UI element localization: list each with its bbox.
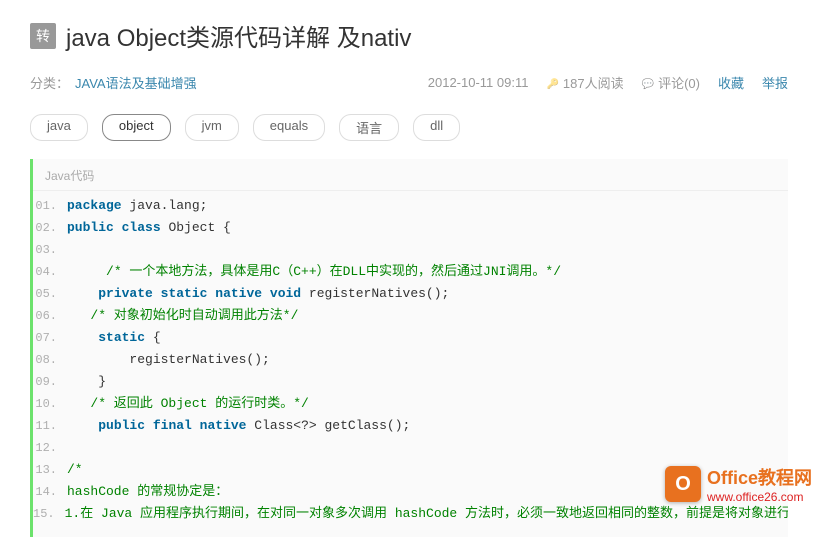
code-content: private static native void registerNativ…	[67, 283, 788, 305]
code-content	[67, 437, 788, 459]
code-content: static {	[67, 327, 788, 349]
line-number: 15.	[33, 503, 65, 525]
category-label: 分类：	[30, 73, 69, 92]
line-number: 12.	[33, 437, 67, 459]
code-language-label: Java代码	[33, 159, 788, 191]
line-number: 05.	[33, 283, 67, 305]
code-content	[67, 239, 788, 261]
code-line: 04. /* 一个本地方法，具体是用C（C++）在DLL中实现的，然后通过JNI…	[33, 261, 788, 283]
tag-object[interactable]: object	[102, 114, 171, 141]
code-content: registerNatives();	[67, 349, 788, 371]
code-content: /* 返回此 Object 的运行时类。*/	[67, 393, 788, 415]
line-number: 02.	[33, 217, 67, 239]
line-number: 06.	[33, 305, 67, 327]
line-number: 04.	[33, 261, 67, 283]
comment-icon	[642, 75, 654, 90]
tag-dll[interactable]: dll	[413, 114, 460, 141]
line-number: 01.	[33, 195, 67, 217]
code-line: 12.	[33, 437, 788, 459]
title-row: 转 java Object类源代码详解 及nativ	[30, 18, 788, 53]
code-line: 10. /* 返回此 Object 的运行时类。*/	[33, 393, 788, 415]
repost-badge: 转	[30, 23, 56, 49]
category-link[interactable]: JAVA语法及基础增强	[75, 73, 197, 92]
tag-语言[interactable]: 语言	[339, 114, 399, 141]
code-line: 15.1.在 Java 应用程序执行期间，在对同一对象多次调用 hashCode…	[33, 503, 788, 525]
favorite-link[interactable]: 收藏	[718, 73, 744, 92]
code-line: 11. public final native Class<?> getClas…	[33, 415, 788, 437]
code-line: 07. static {	[33, 327, 788, 349]
tag-jvm[interactable]: jvm	[185, 114, 239, 141]
code-content: }	[67, 371, 788, 393]
line-number: 09.	[33, 371, 67, 393]
article-header: 转 java Object类源代码详解 及nativ 分类： JAVA语法及基础…	[0, 0, 818, 102]
code-line: 09. }	[33, 371, 788, 393]
line-number: 14.	[33, 481, 67, 503]
code-content: /* 对象初始化时自动调用此方法*/	[67, 305, 788, 327]
code-content: public final native Class<?> getClass();	[67, 415, 788, 437]
watermark: O Office教程网 www.office26.com	[665, 464, 812, 504]
code-line: 03.	[33, 239, 788, 261]
code-content: package java.lang;	[67, 195, 788, 217]
line-number: 11.	[33, 415, 67, 437]
line-number: 03.	[33, 239, 67, 261]
publish-datetime: 2012-10-11 09:11	[428, 75, 529, 90]
code-line: 08. registerNatives();	[33, 349, 788, 371]
office-logo-icon: O	[665, 466, 701, 502]
tag-equals[interactable]: equals	[253, 114, 325, 141]
line-number: 10.	[33, 393, 67, 415]
code-line: 02.public class Object {	[33, 217, 788, 239]
code-line: 06. /* 对象初始化时自动调用此方法*/	[33, 305, 788, 327]
code-line: 01.package java.lang;	[33, 195, 788, 217]
tags-row: java object jvm equals 语言 dll	[0, 102, 818, 159]
watermark-url: www.office26.com	[707, 490, 812, 504]
line-number: 13.	[33, 459, 67, 481]
report-link[interactable]: 举报	[762, 73, 788, 92]
code-line: 05. private static native void registerN…	[33, 283, 788, 305]
line-number: 07.	[33, 327, 67, 349]
read-count: 187人阅读	[546, 73, 623, 92]
comments-link[interactable]: 评论(0)	[642, 73, 700, 92]
article-title: java Object类源代码详解 及nativ	[66, 18, 411, 53]
code-content: 1.在 Java 应用程序执行期间，在对同一对象多次调用 hashCode 方法…	[65, 503, 788, 525]
watermark-brand: Office教程网	[707, 464, 812, 490]
line-number: 08.	[33, 349, 67, 371]
code-content: /* 一个本地方法，具体是用C（C++）在DLL中实现的，然后通过JNI调用。*…	[67, 261, 788, 283]
key-icon	[546, 75, 558, 90]
meta-row: 分类： JAVA语法及基础增强 2012-10-11 09:11 187人阅读 …	[30, 73, 788, 92]
code-content: public class Object {	[67, 217, 788, 239]
tag-java[interactable]: java	[30, 114, 88, 141]
